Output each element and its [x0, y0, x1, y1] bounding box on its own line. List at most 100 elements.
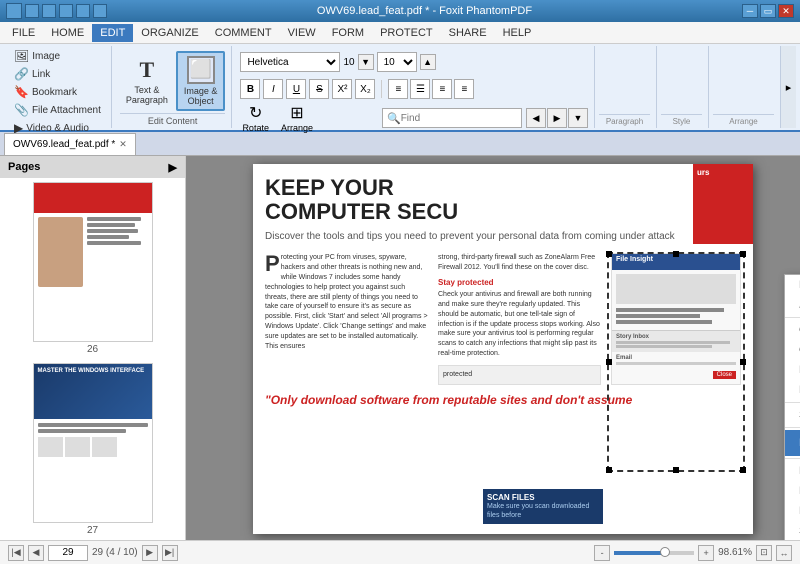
handle-rc[interactable]	[740, 359, 746, 365]
drop-cap: P	[265, 253, 280, 275]
pdf-area[interactable]: Master the urs KEEP YOUR COMPUTER SECU D…	[186, 156, 800, 540]
insert-buttons: 🖼 Image 🔗 Link 🔖 Bookmark 📎 File Attachm…	[10, 48, 105, 136]
ctx-paste[interactable]: Paste Ctrl+V	[785, 360, 800, 380]
handle-br[interactable]	[740, 467, 746, 473]
search-icon: 🔍	[387, 112, 401, 125]
menu-edit[interactable]: EDIT	[92, 24, 133, 42]
headline-line2: COMPUTER SECU	[265, 200, 741, 224]
font-size-increase[interactable]: ▲	[420, 54, 436, 70]
rotate-button[interactable]: ↻ Rotate	[238, 101, 273, 135]
thumb-img-26	[33, 182, 153, 342]
tab-close-button[interactable]: ✕	[119, 139, 127, 150]
ribbon-scroll-right[interactable]: ▸	[780, 46, 796, 128]
underline-button[interactable]: U	[286, 79, 306, 99]
page-thumb-27[interactable]: MASTER THE WINDOWS INTERFACE 27	[4, 363, 181, 536]
image-object-label: Image &Object	[184, 86, 218, 106]
style-group-label: Style	[661, 114, 702, 126]
bold-button[interactable]: B	[240, 79, 260, 99]
image-button[interactable]: 🖼 Image	[10, 48, 105, 64]
attachment-button[interactable]: 📎 File Attachment	[10, 102, 105, 118]
ctx-flip-v[interactable]: Flip Vertical	[785, 481, 800, 501]
quick-print-icon[interactable]	[59, 4, 73, 18]
menu-file[interactable]: FILE	[4, 24, 43, 42]
sidebar-collapse-icon[interactable]: ▶	[169, 161, 177, 174]
bookmark-icon: 🔖	[14, 85, 29, 99]
quick-save-icon[interactable]	[25, 4, 39, 18]
font-name-select[interactable]: Helvetica	[240, 52, 340, 72]
red-accent: urs	[693, 164, 753, 244]
zoom-in-button[interactable]: +	[698, 545, 714, 561]
zoom-out-button[interactable]: -	[594, 545, 610, 561]
fit-width-button[interactable]: ↔	[776, 545, 792, 561]
quick-redo-icon[interactable]	[93, 4, 107, 18]
search-options-button[interactable]: ▼	[568, 108, 588, 128]
italic-button[interactable]: I	[263, 79, 283, 99]
menu-view[interactable]: VIEW	[280, 24, 324, 42]
link-button[interactable]: 🔗 Link	[10, 66, 105, 82]
menu-home[interactable]: HOME	[43, 24, 92, 42]
handle-bl[interactable]	[606, 467, 612, 473]
zoom-slider[interactable]	[614, 551, 694, 555]
subscript-button[interactable]: X₂	[355, 79, 375, 99]
search-input[interactable]	[401, 113, 517, 124]
ctx-rotate[interactable]: Rotate Selected Objects	[785, 501, 800, 521]
ctx-add-text[interactable]: Add a TextObject	[785, 295, 800, 315]
search-next-button[interactable]: ▶	[547, 108, 567, 128]
menu-share[interactable]: SHARE	[441, 24, 495, 42]
handle-bc[interactable]	[673, 467, 679, 473]
align-center-button[interactable]: ☰	[410, 79, 430, 99]
page-thumb-26[interactable]: 26	[4, 182, 181, 355]
document-tab[interactable]: OWV69.lead_feat.pdf * ✕	[4, 133, 136, 155]
first-page-button[interactable]: |◀	[8, 545, 24, 561]
menu-comment[interactable]: COMMENT	[207, 24, 280, 42]
last-page-button[interactable]: ▶|	[162, 545, 178, 561]
superscript-button[interactable]: X²	[332, 79, 352, 99]
ctx-delete[interactable]: Delete	[785, 380, 800, 400]
menu-organize[interactable]: ORGANIZE	[133, 24, 206, 42]
fit-page-button[interactable]: ⊡	[756, 545, 772, 561]
ctx-shear[interactable]: Shear Selected Objects	[785, 521, 800, 540]
pdf-subheading: Discover the tools and tips you need to …	[265, 230, 741, 243]
ctx-flip-h[interactable]: Flip Horizontal	[785, 461, 800, 481]
ctx-place-image[interactable]: Place Image ↖	[785, 430, 800, 456]
rotate-icon: ↻	[249, 103, 262, 123]
ctx-cut[interactable]: Cut Ctrl+X	[785, 320, 800, 340]
pdf-col2: strong, third-party firewall such as Zon…	[438, 253, 601, 384]
page-nav: |◀ ◀ 29 (4 / 10) ▶ ▶|	[8, 545, 178, 561]
font-size-decrease[interactable]: ▼	[358, 54, 374, 70]
arrange-button[interactable]: ⊞ Arrange	[277, 101, 317, 135]
ctx-copy[interactable]: Copy Ctrl+C	[785, 340, 800, 360]
menu-help[interactable]: HELP	[495, 24, 540, 42]
sidebar-header: Pages ▶	[0, 156, 185, 178]
sidebar-content[interactable]: 26 MASTER THE WINDOWS INTERFACE	[0, 178, 185, 540]
next-page-button[interactable]: ▶	[142, 545, 158, 561]
align-left-button[interactable]: ≡	[388, 79, 408, 99]
main-area: Pages ▶	[0, 156, 800, 540]
prev-page-button[interactable]: ◀	[28, 545, 44, 561]
strikethrough-button[interactable]: S	[309, 79, 329, 99]
zoom-handle[interactable]	[660, 547, 670, 557]
handle-tr[interactable]	[740, 251, 746, 257]
align-justify-button[interactable]: ≡	[454, 79, 474, 99]
minimize-button[interactable]: ─	[742, 4, 758, 18]
quick-undo-icon[interactable]	[76, 4, 90, 18]
ctx-select-all[interactable]: Select All Ctrl+A	[785, 405, 800, 425]
search-prev-button[interactable]: ◀	[526, 108, 546, 128]
handle-tl[interactable]	[606, 251, 612, 257]
menu-protect[interactable]: PROTECT	[372, 24, 441, 42]
menu-form[interactable]: FORM	[324, 24, 372, 42]
image-object-button[interactable]: ⬜ Image &Object	[176, 51, 226, 111]
handle-lc[interactable]	[606, 359, 612, 365]
page-number-input[interactable]	[48, 545, 88, 561]
bookmark-button[interactable]: 🔖 Bookmark	[10, 84, 105, 100]
ctx-properties[interactable]: Properties...	[785, 275, 800, 295]
handle-tc[interactable]	[673, 251, 679, 257]
restore-button[interactable]: ▭	[760, 4, 776, 18]
quick-open-icon[interactable]	[42, 4, 56, 18]
text-paragraph-button[interactable]: T Text &Paragraph	[120, 51, 174, 111]
font-size-select[interactable]: 10	[377, 52, 417, 72]
close-button[interactable]: ✕	[778, 4, 794, 18]
attachment-icon: 📎	[14, 103, 29, 117]
align-right-button[interactable]: ≡	[432, 79, 452, 99]
stay-protected-heading: Stay protected	[438, 277, 601, 288]
